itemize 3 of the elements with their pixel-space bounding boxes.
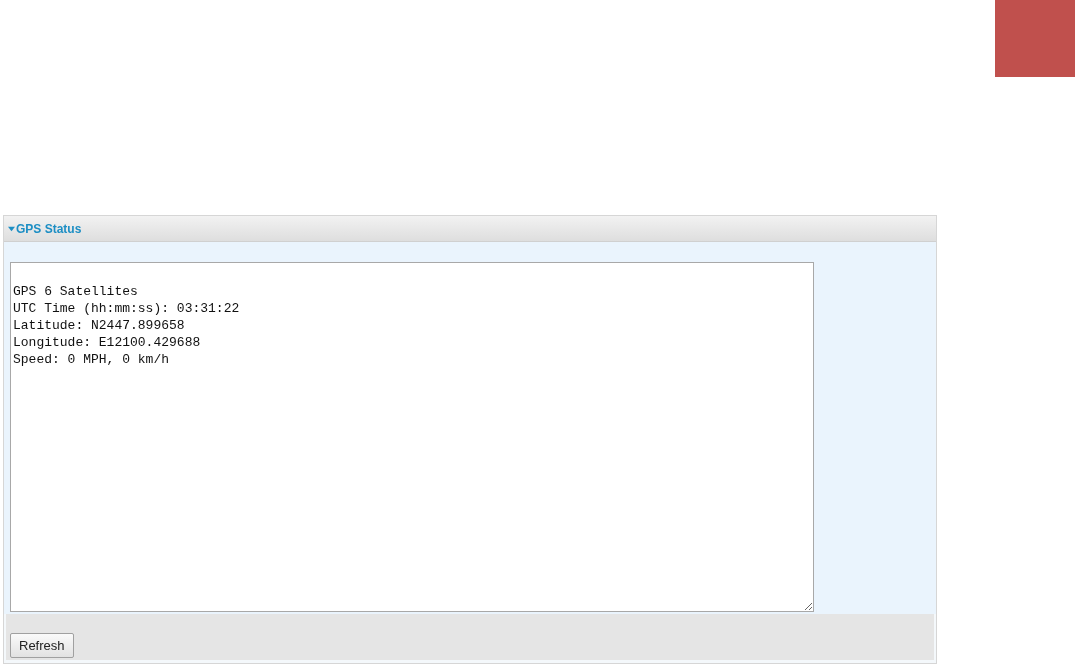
status-text-area[interactable]: GPS 6 Satellites UTC Time (hh:mm:ss): 03:31:22 Latitude: N2447.899658 Longitude: E12100.429688 Speed: 0 MPH, 0 km/h bbox=[10, 262, 814, 612]
caret-down-icon bbox=[8, 225, 15, 232]
refresh-button[interactable]: Refresh bbox=[10, 633, 74, 658]
